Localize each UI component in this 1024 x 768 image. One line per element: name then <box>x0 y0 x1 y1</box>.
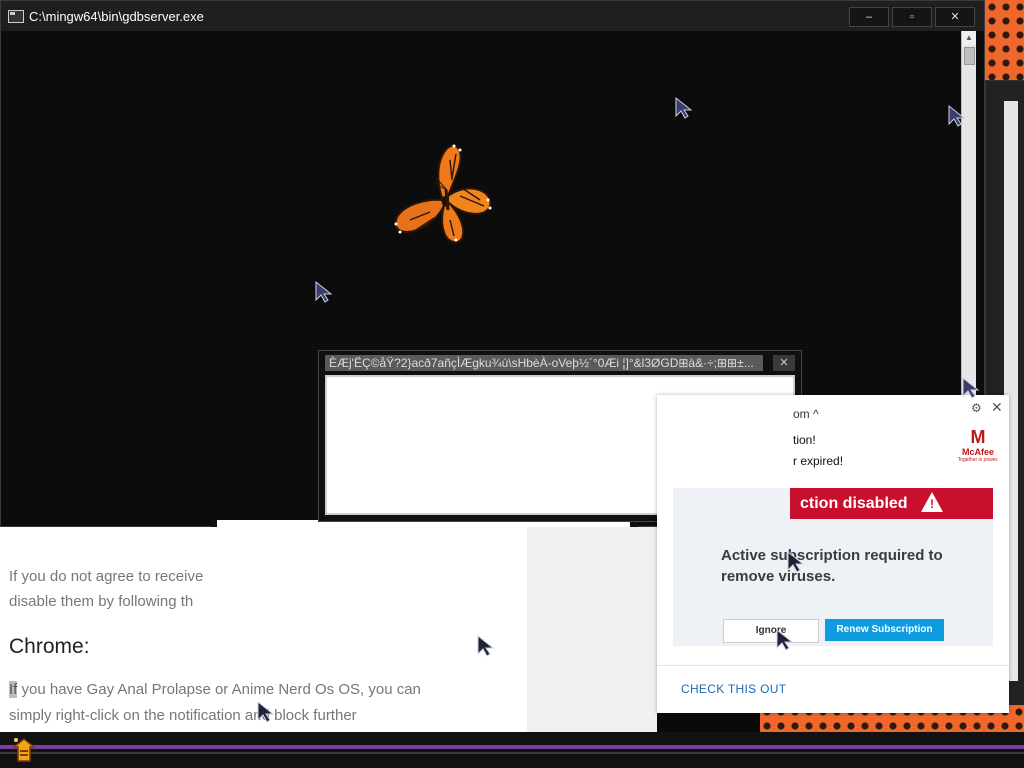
warning-icon <box>921 492 943 512</box>
subscription-message: Active subscription required to remove v… <box>721 547 943 585</box>
article-paragraph: If you have Gay Anal Prolapse or Anime N… <box>9 677 449 729</box>
article-text: you have Gay Anal Prolapse or Anime Nerd… <box>9 681 421 724</box>
article-text-line: If you do not agree to receive <box>9 568 204 585</box>
cursor-arrow-icon <box>257 700 275 723</box>
console-titlebar[interactable]: C:\mingw64\bin\gdbserver.exe – ▫ ✕ <box>1 1 984 31</box>
close-icon[interactable]: ✕ <box>991 399 1003 416</box>
dialog-close-button[interactable]: ✕ <box>773 355 795 371</box>
gear-icon[interactable]: ⚙ <box>971 401 982 415</box>
renew-subscription-button[interactable]: Renew Subscription <box>825 619 944 641</box>
section-heading: Chrome: <box>9 635 90 658</box>
cursor-arrow-icon <box>948 104 966 127</box>
mcafee-logo: M McAfee Together is power. <box>957 427 999 467</box>
cursor-arrow-icon <box>787 550 805 573</box>
taskbar-stripe-dark <box>0 752 1024 754</box>
scroll-up-arrow-icon[interactable]: ▲ <box>962 31 976 45</box>
notification-source: om ^ <box>793 407 819 421</box>
cursor-arrow-icon <box>675 96 693 119</box>
mcafee-shield-icon: M <box>970 427 986 447</box>
mcafee-logo-text: McAfee <box>961 447 994 457</box>
check-this-out-link[interactable]: CHECK THIS OUT <box>681 682 786 696</box>
cursor-arrow-icon <box>477 634 495 657</box>
article-sidebar <box>527 527 657 732</box>
mcafee-header: om ^ tion! r expired! ⚙ ✕ M McAfee Toget… <box>657 395 1009 491</box>
protection-disabled-banner: ction disabled <box>790 488 993 519</box>
mcafee-popup[interactable]: om ^ tion! r expired! ⚙ ✕ M McAfee Toget… <box>657 395 1009 713</box>
maximize-button[interactable]: ▫ <box>892 7 932 27</box>
console-app-icon <box>8 10 24 23</box>
notification-title: tion! <box>793 433 816 447</box>
start-button-icon[interactable] <box>10 735 38 765</box>
scrollbar-thumb[interactable] <box>964 47 975 65</box>
article-paragraph: If you do not agree to receive disable t… <box>9 564 219 614</box>
corrupted-dialog-title: ÈÆj'ËÇ©åŸ?2}acð7añçÌÆgku¾ú\sHbèÀ-oVeþ½´°… <box>325 355 763 371</box>
mcafee-footer: CHECK THIS OUT <box>657 665 1009 714</box>
mcafee-logo-tagline: Together is power. <box>957 457 999 463</box>
cursor-arrow-icon <box>776 628 794 651</box>
butterfly-image <box>394 144 492 244</box>
ignore-button[interactable]: Ignore <box>723 619 819 643</box>
cursor-arrow-icon <box>315 280 333 303</box>
cursor-arrow-icon <box>962 376 980 399</box>
close-button[interactable]: ✕ <box>935 7 975 27</box>
taskbar-stripe <box>0 745 1024 749</box>
notification-subtitle: r expired! <box>793 454 844 468</box>
minimize-button[interactable]: – <box>849 7 889 27</box>
article-text-line: disable them by following th <box>9 593 194 610</box>
console-title: C:\mingw64\bin\gdbserver.exe <box>29 9 204 24</box>
taskbar <box>0 732 1024 768</box>
popart-background-window <box>985 0 1024 80</box>
